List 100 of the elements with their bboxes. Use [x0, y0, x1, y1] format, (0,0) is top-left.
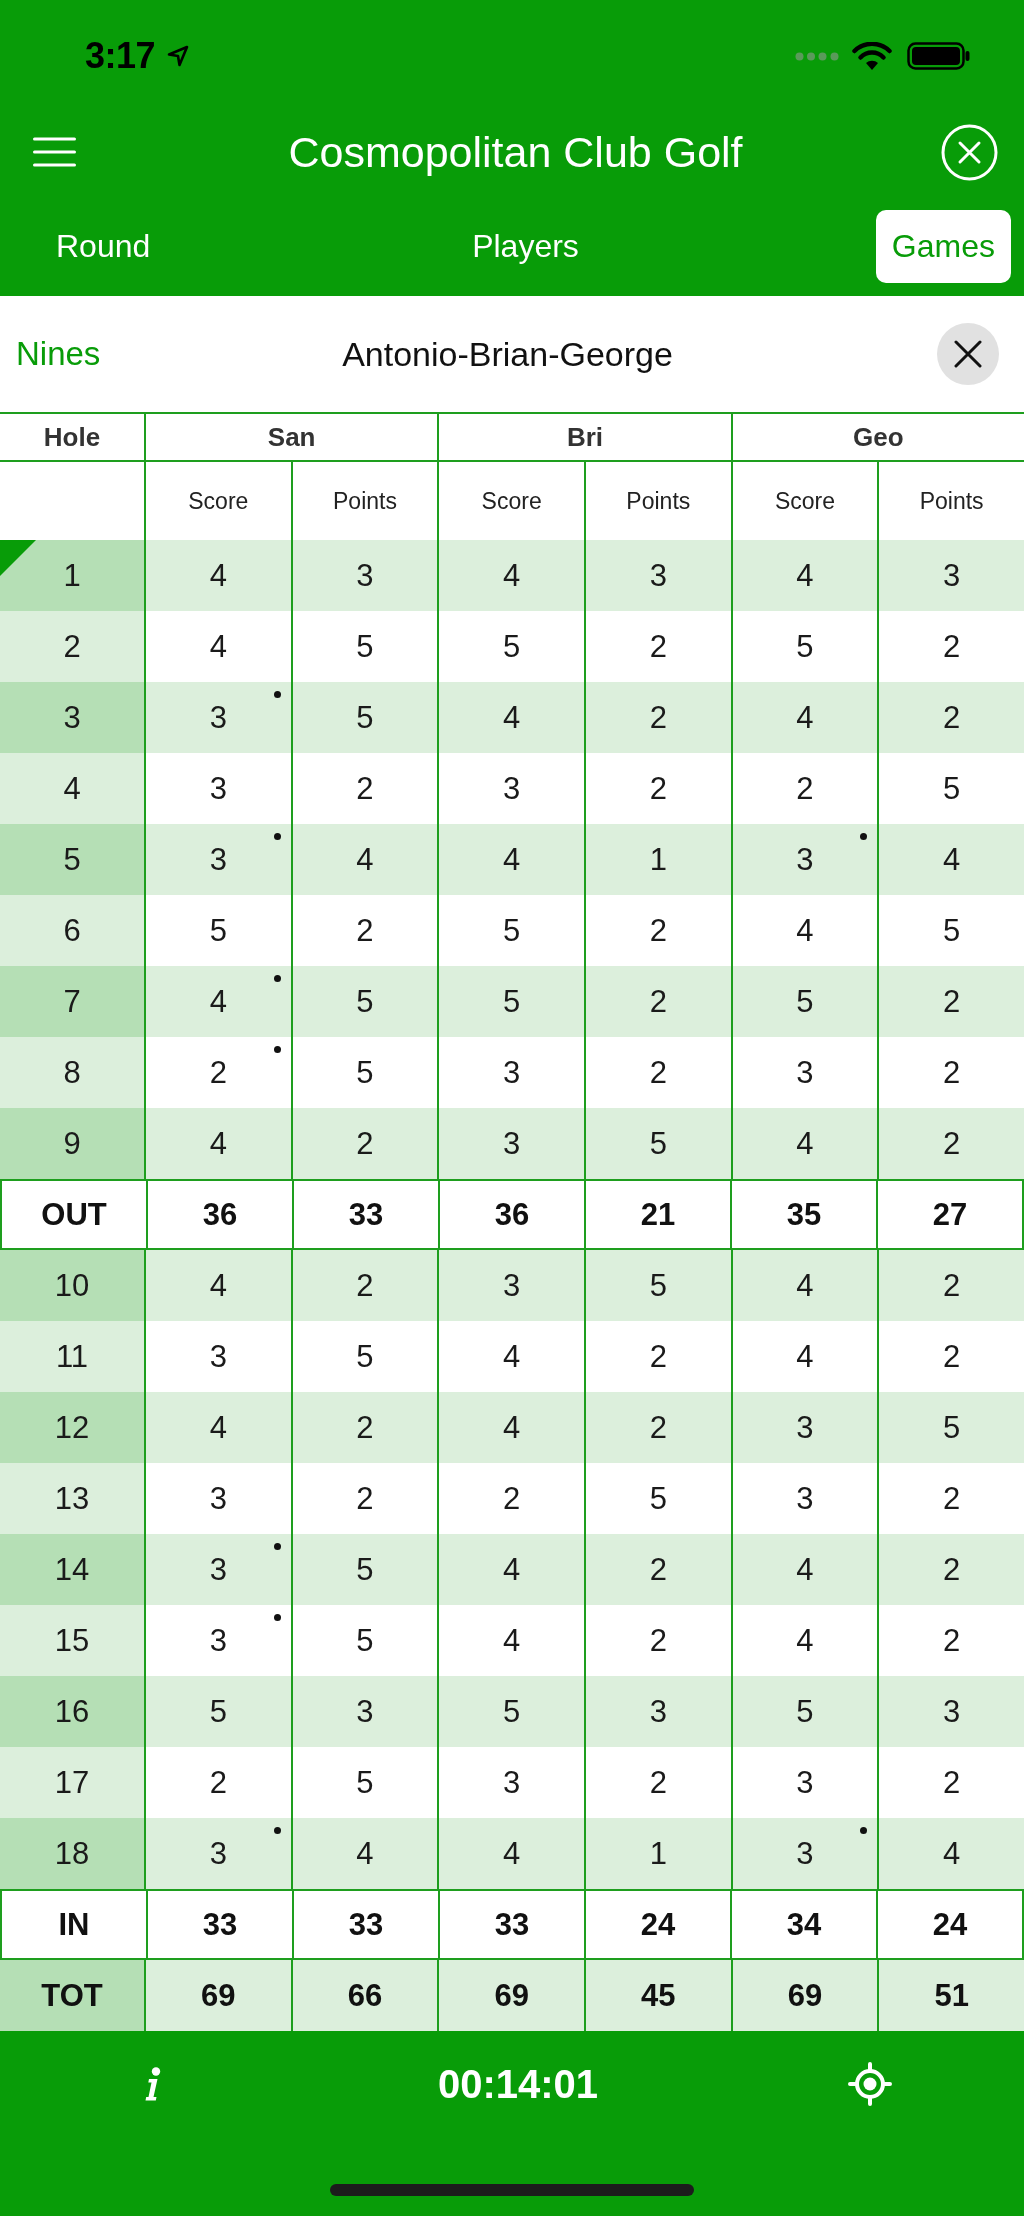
signal-icon	[795, 51, 839, 61]
points-value: 5	[649, 1480, 667, 1517]
points-total: 27	[932, 1196, 968, 1233]
points-value: 2	[943, 1480, 961, 1517]
score-value: 3	[209, 699, 227, 736]
score-value: 3	[209, 770, 227, 807]
score-value: 5	[503, 912, 521, 949]
points-value: 2	[649, 1622, 667, 1659]
crosshair-icon[interactable]	[848, 2062, 892, 2106]
points-value: 2	[649, 699, 667, 736]
points-total: 33	[348, 1906, 384, 1943]
score-total: 69	[494, 1977, 529, 2014]
points-value: 2	[649, 1338, 667, 1375]
close-icon[interactable]	[941, 123, 998, 181]
tab[interactable]: Players	[456, 209, 595, 283]
points-value: 5	[649, 1267, 667, 1304]
total-label: TOT	[41, 1977, 103, 2014]
points-value: 2	[649, 1054, 667, 1091]
status-time: 3:17	[85, 35, 156, 77]
score-value: 4	[209, 557, 227, 594]
points-value: 2	[943, 1764, 961, 1801]
score-value: 5	[503, 1693, 521, 1730]
score-value: 5	[209, 1693, 227, 1730]
score-value: 3	[796, 1409, 814, 1446]
score-value: 4	[209, 1409, 227, 1446]
score-value: 4	[503, 1409, 521, 1446]
points-value: 4	[356, 1835, 374, 1872]
score-value: 3	[209, 1338, 227, 1375]
points-value: 2	[356, 1267, 374, 1304]
points-total: 24	[932, 1906, 968, 1943]
score-value: 5	[503, 628, 521, 665]
score-value: 3	[209, 1835, 227, 1872]
score-value: 2	[209, 1054, 227, 1091]
hole-number: 4	[63, 770, 81, 807]
score-value: 4	[796, 1125, 814, 1162]
points-value: 5	[943, 770, 961, 807]
score-value: 3	[209, 841, 227, 878]
score-total: 69	[201, 1977, 236, 2014]
score-total: 34	[786, 1906, 822, 1943]
points-value: 2	[943, 983, 961, 1020]
points-total: 45	[641, 1977, 676, 2014]
column-header: Points	[333, 487, 397, 515]
column-header: Points	[919, 487, 984, 515]
points-value: 2	[943, 1551, 961, 1588]
score-total: 36	[202, 1196, 238, 1233]
points-value: 4	[356, 841, 374, 878]
points-value: 5	[356, 1054, 374, 1091]
hole-number: 13	[54, 1480, 90, 1517]
points-total: 51	[934, 1977, 969, 2014]
score-value: 4	[503, 699, 521, 736]
menu-icon[interactable]	[33, 137, 76, 167]
hole-number: 18	[54, 1835, 90, 1872]
player-header: Bri	[566, 421, 604, 453]
score-value: 3	[796, 1764, 814, 1801]
column-header: Score	[774, 487, 836, 515]
column-header: Score	[481, 487, 542, 515]
points-value: 2	[649, 1551, 667, 1588]
points-value: 3	[943, 557, 961, 594]
score-value: 3	[796, 1480, 814, 1517]
total-label: OUT	[41, 1196, 107, 1233]
hole-number: 17	[54, 1764, 90, 1801]
score-value: 4	[209, 1267, 227, 1304]
score-value: 4	[503, 1622, 521, 1659]
wifi-icon	[852, 41, 892, 71]
round-timer: 00:14:01	[437, 2061, 599, 2107]
game-type: Nines	[16, 335, 101, 373]
close-icon	[954, 340, 982, 368]
total-label: IN	[58, 1906, 90, 1943]
score-value: 4	[209, 1125, 227, 1162]
score-value: 4	[796, 1622, 814, 1659]
points-total: 33	[348, 1196, 384, 1233]
score-value: 3	[503, 770, 521, 807]
score-value: 4	[796, 557, 814, 594]
score-value: 3	[503, 1764, 521, 1801]
score-value: 3	[209, 1480, 227, 1517]
points-value: 2	[943, 1125, 961, 1162]
score-value: 3	[209, 1622, 227, 1659]
column-header: Points	[626, 487, 691, 515]
score-value: 5	[503, 983, 521, 1020]
points-value: 5	[943, 1409, 961, 1446]
hole-number: 14	[54, 1551, 90, 1588]
column-header: Hole	[43, 421, 101, 453]
points-value: 3	[649, 557, 667, 594]
info-icon[interactable]	[144, 2067, 162, 2101]
tab[interactable]: Games	[875, 209, 1011, 283]
score-value: 5	[209, 912, 227, 949]
points-value: 2	[649, 983, 667, 1020]
score-total: 33	[202, 1906, 238, 1943]
score-value: 4	[503, 1835, 521, 1872]
battery-icon	[907, 42, 970, 70]
points-total: 21	[640, 1196, 676, 1233]
points-value: 2	[356, 1480, 374, 1517]
points-value: 5	[356, 983, 374, 1020]
points-value: 2	[649, 628, 667, 665]
score-total: 33	[494, 1906, 530, 1943]
points-value: 1	[649, 841, 667, 878]
score-value: 4	[796, 1338, 814, 1375]
tab[interactable]: Round	[40, 209, 167, 283]
score-value: 5	[796, 983, 814, 1020]
hole-number: 5	[63, 841, 81, 878]
